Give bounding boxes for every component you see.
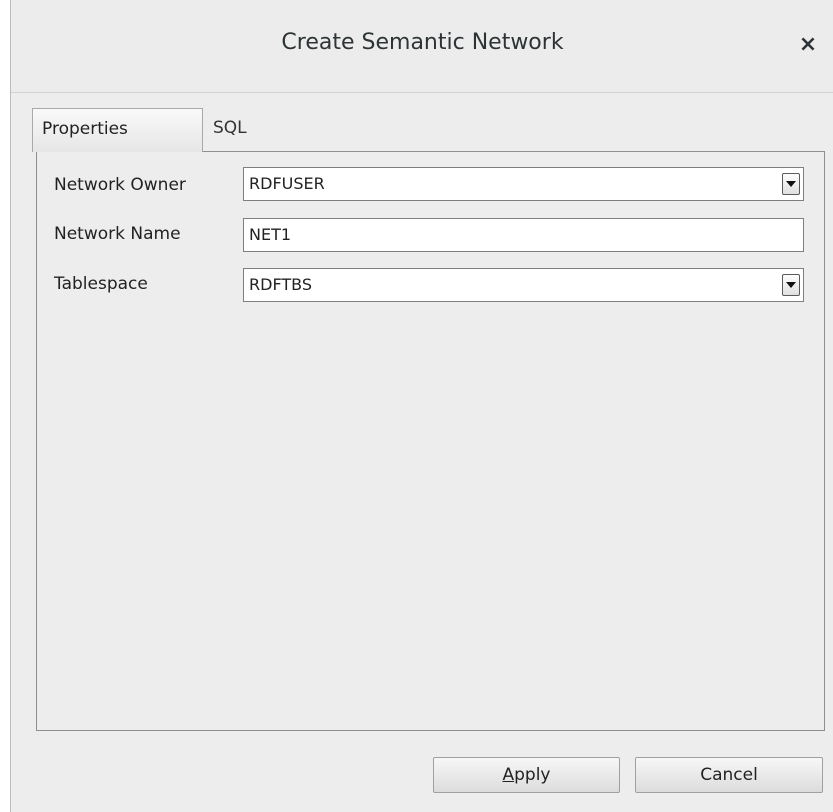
network-owner-combo[interactable]: RDFUSER xyxy=(243,167,804,201)
network-name-input[interactable]: NET1 xyxy=(243,218,804,252)
tab-sql-label: SQL xyxy=(213,118,247,138)
create-semantic-network-dialog: Create Semantic Network × Properties SQL… xyxy=(10,0,833,812)
chevron-down-icon[interactable] xyxy=(782,173,800,195)
network-owner-label: Network Owner xyxy=(54,175,186,195)
apply-button[interactable]: Apply xyxy=(433,757,620,793)
cancel-button[interactable]: Cancel xyxy=(635,757,823,793)
network-name-value: NET1 xyxy=(249,225,292,244)
network-name-label: Network Name xyxy=(54,224,181,244)
apply-mnemonic: A xyxy=(502,765,515,785)
tab-properties[interactable]: Properties xyxy=(32,108,203,152)
network-owner-value: RDFUSER xyxy=(249,174,325,193)
tablespace-label: Tablespace xyxy=(54,274,148,294)
tablespace-combo[interactable]: RDFTBS xyxy=(243,268,804,302)
tab-properties-label: Properties xyxy=(42,119,128,139)
close-icon[interactable]: × xyxy=(794,30,822,60)
tab-sql[interactable]: SQL xyxy=(213,118,273,142)
title-bar: Create Semantic Network × xyxy=(11,0,833,93)
dialog-title: Create Semantic Network xyxy=(281,30,564,55)
chevron-down-icon[interactable] xyxy=(782,274,800,296)
apply-label-rest: pply xyxy=(514,765,551,785)
tablespace-value: RDFTBS xyxy=(249,275,312,294)
